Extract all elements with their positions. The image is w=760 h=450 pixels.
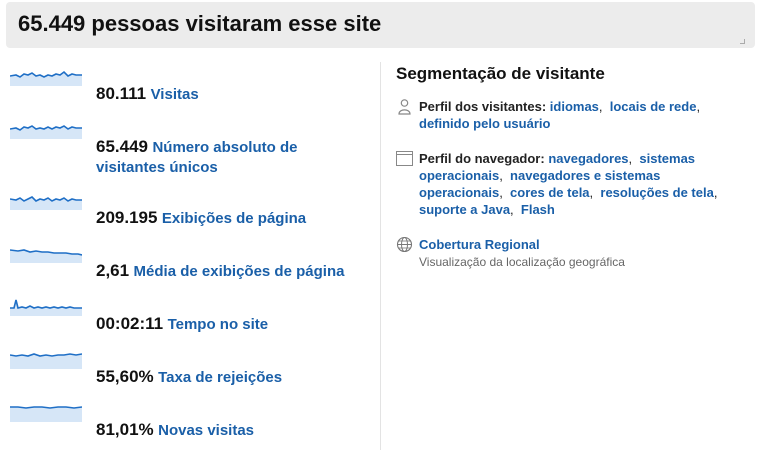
avg-pageviews-link[interactable]: Média de exibições de página (134, 263, 345, 280)
column-divider (380, 62, 381, 450)
new-visits-value: 81,01% (96, 420, 154, 439)
time-on-site-value: 00:02:11 (96, 314, 164, 333)
sparkline-avg-pageviews (10, 249, 82, 263)
globe-icon (396, 236, 413, 253)
visits-value: 80.111 (96, 84, 147, 103)
sparkline-pageviews (10, 196, 82, 210)
sparkline-unique-visitors (10, 125, 82, 139)
screen-resolutions-link[interactable]: resoluções de tela (600, 185, 713, 200)
bounce-rate-link[interactable]: Taxa de rejeições (158, 369, 282, 386)
java-support-link[interactable]: suporte a Java (419, 202, 510, 217)
visitor-profile-heading: Perfil dos visitantes: (419, 99, 547, 114)
page-title: 65.449 pessoas visitaram esse site (18, 11, 382, 36)
sparkline-new-visits (10, 406, 82, 422)
browsers-link[interactable]: navegadores (548, 151, 628, 166)
screen-colors-link[interactable]: cores de tela (510, 185, 590, 200)
avg-pageviews-value: 2,61 (96, 261, 130, 280)
unique-visitors-value: 65.449 (96, 137, 148, 156)
browser-profile-section: Perfil do navegador: navegadores, sistem… (396, 150, 746, 218)
pageviews-value: 209.195 (96, 208, 158, 227)
new-visits-link[interactable]: Novas visitas (158, 422, 254, 439)
browser-profile-heading: Perfil do navegador: (419, 151, 545, 166)
time-on-site-link[interactable]: Tempo no site (168, 316, 269, 333)
person-icon (398, 99, 411, 115)
languages-link[interactable]: idiomas (550, 99, 599, 114)
regional-coverage-description: Visualização da localização geográfica (419, 255, 625, 269)
resize-corner-icon (740, 39, 745, 44)
visitor-segmentation-panel: Segmentação de visitante Perfil dos visi… (396, 64, 746, 287)
visits-link[interactable]: Visitas (151, 86, 199, 103)
bounce-rate-value: 55,60% (96, 367, 154, 386)
sparkline-visits (10, 70, 82, 86)
browser-window-icon (396, 151, 413, 166)
sparkline-time-on-site (10, 299, 82, 316)
visitor-profile-section: Perfil dos visitantes: idiomas, locais d… (396, 98, 746, 132)
regional-coverage-section: Cobertura Regional Visualização da local… (396, 236, 746, 271)
regional-coverage-link[interactable]: Cobertura Regional (419, 237, 540, 252)
flash-link[interactable]: Flash (521, 202, 555, 217)
header-bar: 65.449 pessoas visitaram esse site (6, 2, 755, 48)
network-locations-link[interactable]: locais de rede (610, 99, 697, 114)
user-defined-link[interactable]: definido pelo usuário (419, 116, 550, 131)
segmentation-title: Segmentação de visitante (396, 64, 605, 83)
pageviews-link[interactable]: Exibições de página (162, 210, 306, 227)
sparkline-bounce-rate (10, 353, 82, 369)
